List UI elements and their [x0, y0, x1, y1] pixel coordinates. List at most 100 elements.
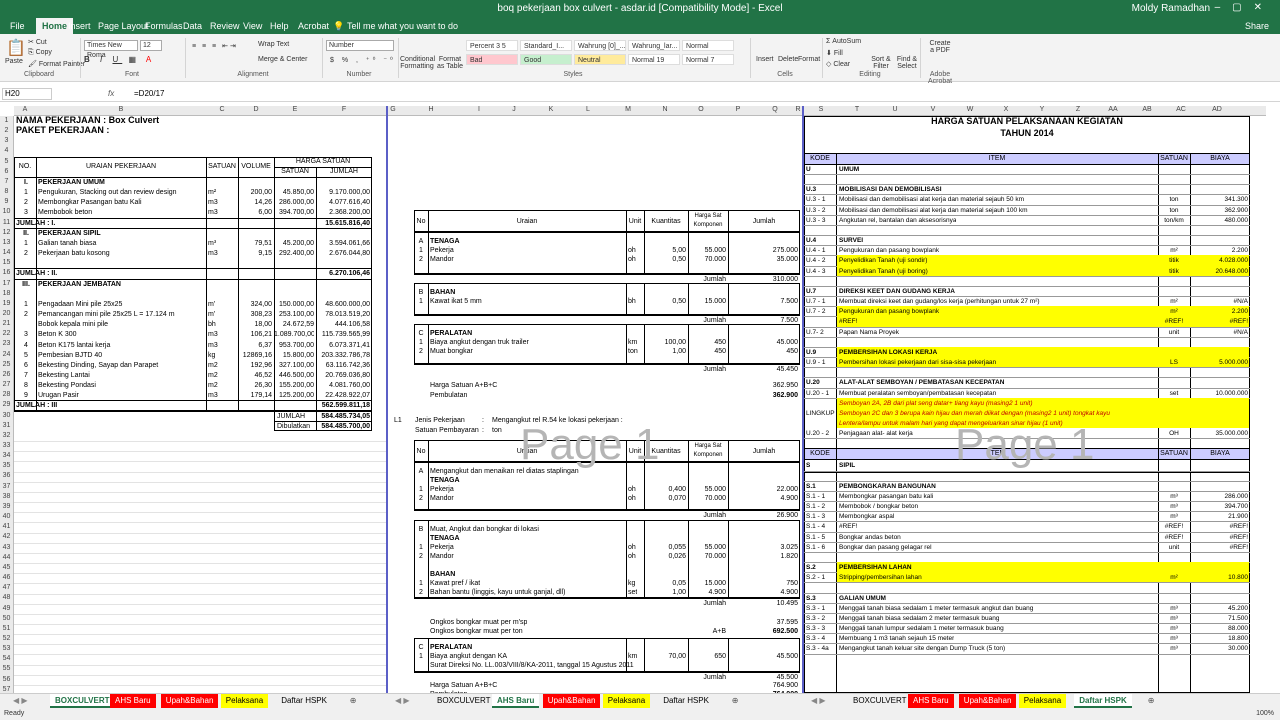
fill-button[interactable]: ⬇ Fill: [826, 49, 843, 57]
row-header[interactable]: 48: [0, 593, 13, 603]
row-header[interactable]: 21: [0, 319, 13, 329]
sheet-tab-pelaksana[interactable]: Pelaksana: [602, 694, 651, 708]
column-headers-pane2[interactable]: GHIJKLMNOPQR: [388, 106, 802, 116]
row-header[interactable]: 34: [0, 451, 13, 461]
sheet-tab-boxculvert[interactable]: BOXCULVERT: [432, 694, 496, 708]
sheet-tab-pelaksana[interactable]: Pelaksana: [220, 694, 269, 708]
font-size-select[interactable]: 12: [140, 40, 162, 51]
column-header-p[interactable]: P: [720, 106, 756, 113]
column-header-e[interactable]: E: [274, 106, 316, 113]
merge-center-button[interactable]: Merge & Center: [258, 56, 307, 63]
style-item[interactable]: Normal: [682, 40, 734, 51]
autosum-button[interactable]: Σ AutoSum: [826, 38, 861, 45]
tell-me-input[interactable]: Tell me what you want to do: [347, 21, 458, 31]
zoom-level[interactable]: 100%: [1256, 710, 1274, 717]
column-header-s[interactable]: S: [804, 106, 838, 113]
font-format-buttons[interactable]: B I U ▦ A: [84, 55, 155, 64]
row-header[interactable]: 23: [0, 339, 13, 349]
row-header[interactable]: 3: [0, 136, 13, 146]
tab-insert[interactable]: Insert: [68, 21, 91, 31]
row-header[interactable]: 30: [0, 411, 13, 421]
tab-review[interactable]: Review: [210, 21, 240, 31]
tab-acrobat[interactable]: Acrobat: [298, 21, 329, 31]
row-header[interactable]: 39: [0, 502, 13, 512]
column-header-d[interactable]: D: [238, 106, 274, 113]
row-header[interactable]: 55: [0, 664, 13, 674]
column-header-r[interactable]: R: [794, 106, 802, 113]
column-header-k[interactable]: K: [534, 106, 568, 113]
column-header-t[interactable]: T: [838, 106, 876, 113]
row-header[interactable]: 33: [0, 441, 13, 451]
column-header-aa[interactable]: AA: [1096, 106, 1130, 113]
sheet-tab-ahsbaru[interactable]: AHS Baru: [110, 694, 156, 708]
row-header[interactable]: 13: [0, 238, 13, 248]
row-headers[interactable]: 1 2 3 4 5 6 7 8 9 10 11 12 13 14 15 16 17 18 19 20 21 22 23 24 2…: [0, 116, 14, 695]
tab-scroll-arrows[interactable]: ◀ ▶: [806, 694, 831, 708]
row-header[interactable]: 8: [0, 187, 13, 197]
window-controls[interactable]: –▢✕: [1215, 2, 1274, 13]
format-painter-button[interactable]: 🖌 Format Painter: [28, 60, 85, 68]
row-header[interactable]: 29: [0, 400, 13, 410]
sheet-pane-boxculvert[interactable]: NAMA PEKERJAAN : Box Culvert PAKET PEKERJ…: [14, 116, 386, 693]
column-header-ac[interactable]: AC: [1164, 106, 1198, 113]
row-header[interactable]: 28: [0, 390, 13, 400]
find-select-button[interactable]: Find & Select: [894, 56, 920, 70]
wrap-text-button[interactable]: Wrap Text: [258, 41, 289, 48]
column-header-ab[interactable]: AB: [1130, 106, 1164, 113]
row-header[interactable]: 42: [0, 532, 13, 542]
style-item[interactable]: Normal 7: [682, 54, 734, 65]
column-header-f[interactable]: F: [316, 106, 372, 113]
clear-button[interactable]: ◇ Clear: [826, 60, 850, 68]
row-header[interactable]: 43: [0, 543, 13, 553]
column-header-ad[interactable]: AD: [1198, 106, 1236, 113]
share-button[interactable]: Share: [1245, 21, 1269, 31]
row-header[interactable]: 32: [0, 431, 13, 441]
row-header[interactable]: 31: [0, 421, 13, 431]
sort-filter-button[interactable]: Sort & Filter: [868, 56, 894, 70]
row-header[interactable]: 35: [0, 461, 13, 471]
sheet-tab-boxculvert[interactable]: BOXCULVERT: [50, 694, 115, 708]
row-header[interactable]: 45: [0, 563, 13, 573]
row-header[interactable]: 50: [0, 614, 13, 624]
column-header-v[interactable]: V: [914, 106, 952, 113]
align-buttons[interactable]: ≡ ≡ ≡ ⇤⇥: [192, 42, 238, 50]
user-name[interactable]: Moldy Ramadhan: [1132, 3, 1210, 14]
create-pdf-button[interactable]: Create a PDF: [928, 40, 952, 54]
row-header[interactable]: 37: [0, 482, 13, 492]
row-header[interactable]: 6: [0, 167, 13, 177]
tab-view[interactable]: View: [243, 21, 262, 31]
row-header[interactable]: 56: [0, 675, 13, 685]
fx-icon[interactable]: fx: [108, 89, 114, 98]
column-header-j[interactable]: J: [494, 106, 534, 113]
row-header[interactable]: 4: [0, 146, 13, 156]
add-sheet-icon[interactable]: ⊕: [1143, 694, 1160, 708]
row-header[interactable]: 20: [0, 309, 13, 319]
row-header[interactable]: 5: [0, 157, 13, 167]
insert-cells-button[interactable]: Insert: [756, 56, 774, 63]
paste-button[interactable]: Paste: [5, 58, 23, 65]
sheet-tab-upahbahan[interactable]: Upah&Bahan: [542, 694, 601, 708]
sheet-tab-ahsbaru[interactable]: AHS Baru: [908, 694, 954, 708]
row-header[interactable]: 54: [0, 654, 13, 664]
row-header[interactable]: 38: [0, 492, 13, 502]
style-item[interactable]: Good: [520, 54, 572, 65]
delete-cells-button[interactable]: Delete: [778, 56, 798, 63]
sheet-tab-daftarhspk[interactable]: Daftar HSPK: [1074, 694, 1132, 708]
font-name-select[interactable]: Times New Roma: [84, 40, 138, 59]
tab-formulas[interactable]: Formulas: [145, 21, 183, 31]
column-header-y[interactable]: Y: [1024, 106, 1060, 113]
row-header[interactable]: 2: [0, 126, 13, 136]
sheet-tab-upahbahan[interactable]: Upah&Bahan: [958, 694, 1017, 708]
conditional-formatting-button[interactable]: Conditional Formatting: [400, 56, 435, 70]
style-item[interactable]: Normal 19: [628, 54, 680, 65]
row-header[interactable]: 52: [0, 634, 13, 644]
column-header-c[interactable]: C: [206, 106, 238, 113]
column-header-n[interactable]: N: [648, 106, 682, 113]
column-header-u[interactable]: U: [876, 106, 914, 113]
add-sheet-icon[interactable]: ⊕: [345, 694, 362, 708]
tab-scroll-arrows[interactable]: ◀ ▶: [390, 694, 415, 708]
format-cells-button[interactable]: Format: [798, 56, 820, 63]
column-header-b[interactable]: B: [36, 106, 206, 113]
row-header[interactable]: 1: [0, 116, 13, 126]
column-header-x[interactable]: X: [988, 106, 1024, 113]
